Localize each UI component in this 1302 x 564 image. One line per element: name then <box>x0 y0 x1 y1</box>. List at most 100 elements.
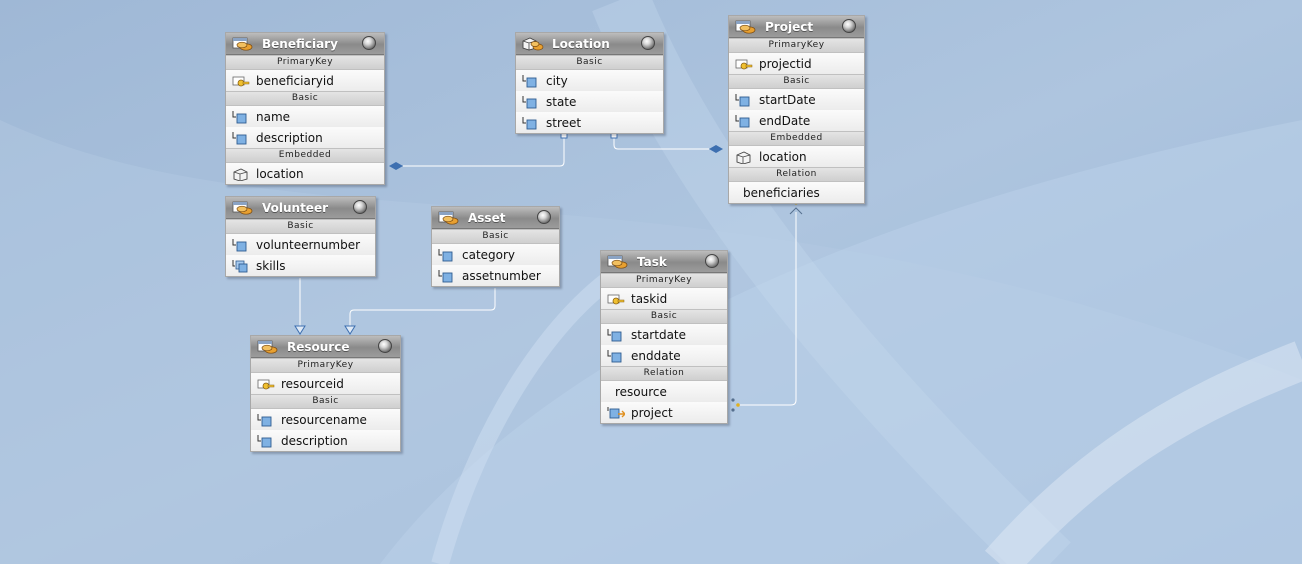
collapse-toggle-icon[interactable] <box>537 210 551 224</box>
entity-header[interactable]: Resource <box>251 336 400 358</box>
field-label: beneficiaries <box>743 185 820 200</box>
field-label: location <box>256 166 304 181</box>
basic-field-icon <box>438 248 453 261</box>
field-row[interactable]: beneficiaryid <box>226 70 384 91</box>
section-primary-key: PrimaryKey <box>601 273 727 288</box>
basic-field-icon <box>232 238 247 251</box>
field-row[interactable]: description <box>251 430 400 451</box>
entity-volunteer[interactable]: Volunteer Basic volunteernumber skills <box>225 196 376 277</box>
entity-title: Location <box>552 36 610 51</box>
field-label: projectid <box>759 56 812 71</box>
entity-title: Beneficiary <box>262 36 338 51</box>
field-row[interactable]: projectid <box>729 53 864 74</box>
entity-icon <box>257 340 278 354</box>
field-label: category <box>462 247 516 262</box>
field-label: city <box>546 73 568 88</box>
entity-resource[interactable]: Resource PrimaryKey resourceid Basic res… <box>250 335 401 452</box>
collapse-toggle-icon[interactable] <box>353 200 367 214</box>
entity-asset[interactable]: Asset Basic category assetnumber <box>431 206 560 287</box>
basic-field-icon <box>438 269 453 282</box>
section-basic: Basic <box>226 219 375 234</box>
inheritance-arrow <box>294 325 306 335</box>
field-row[interactable]: city <box>516 70 663 91</box>
field-label: startdate <box>631 327 687 342</box>
field-row[interactable]: assetnumber <box>432 265 559 286</box>
section-relation: Relation <box>729 167 864 182</box>
entity-icon <box>232 37 253 51</box>
collapse-toggle-icon[interactable] <box>842 19 856 33</box>
field-row[interactable]: startdate <box>601 324 727 345</box>
key-icon <box>607 294 625 304</box>
field-row[interactable]: resource <box>601 381 727 402</box>
entity-header[interactable]: Beneficiary <box>226 33 384 55</box>
field-row[interactable]: beneficiaries <box>729 182 864 203</box>
field-row[interactable]: resourceid <box>251 373 400 394</box>
section-primary-key: PrimaryKey <box>226 55 384 70</box>
collapse-toggle-icon[interactable] <box>641 36 655 50</box>
field-label: resourceid <box>281 376 344 391</box>
field-row[interactable]: name <box>226 106 384 127</box>
key-icon <box>735 59 753 69</box>
field-row[interactable]: taskid <box>601 288 727 309</box>
embeddable-icon <box>522 37 544 50</box>
collapse-toggle-icon[interactable] <box>705 254 719 268</box>
entity-icon <box>232 201 253 215</box>
field-label: street <box>546 115 582 130</box>
relation-field-icon <box>607 405 625 419</box>
composition-diamond <box>389 162 403 170</box>
field-row[interactable]: location <box>729 146 864 167</box>
collapse-toggle-icon[interactable] <box>362 36 376 50</box>
field-row[interactable]: project <box>601 402 727 423</box>
key-icon <box>232 76 250 86</box>
entity-title: Resource <box>287 339 350 354</box>
entity-header[interactable]: Project <box>729 16 864 38</box>
field-label: description <box>256 130 323 145</box>
section-basic: Basic <box>601 309 727 324</box>
field-label: startDate <box>759 92 816 107</box>
field-row[interactable]: skills <box>226 255 375 276</box>
field-row[interactable]: endDate <box>729 110 864 131</box>
entity-location[interactable]: Location Basic city state street <box>515 32 664 134</box>
entity-beneficiary[interactable]: Beneficiary PrimaryKey beneficiaryid Bas… <box>225 32 385 185</box>
inheritance-arrow <box>344 325 356 335</box>
basic-field-icon <box>232 110 247 123</box>
entity-title: Asset <box>468 210 506 225</box>
field-row[interactable]: startDate <box>729 89 864 110</box>
basic-field-icon <box>735 114 750 127</box>
field-row[interactable]: volunteernumber <box>226 234 375 255</box>
section-embedded: Embedded <box>226 148 384 163</box>
entity-title: Project <box>765 19 814 34</box>
field-row[interactable]: description <box>226 127 384 148</box>
embedded-icon <box>233 168 248 181</box>
collapse-toggle-icon[interactable] <box>378 339 392 353</box>
section-basic: Basic <box>516 55 663 70</box>
entity-header[interactable]: Asset <box>432 207 559 229</box>
field-row[interactable]: street <box>516 112 663 133</box>
entity-header[interactable]: Task <box>601 251 727 273</box>
section-relation: Relation <box>601 366 727 381</box>
field-row[interactable]: category <box>432 244 559 265</box>
entity-icon <box>438 211 459 225</box>
entity-header[interactable]: Location <box>516 33 663 55</box>
entity-header[interactable]: Volunteer <box>226 197 375 219</box>
entity-title: Task <box>637 254 667 269</box>
collection-field-icon <box>232 259 248 272</box>
field-row[interactable]: enddate <box>601 345 727 366</box>
section-basic: Basic <box>729 74 864 89</box>
connector-project-location <box>613 136 709 150</box>
field-row[interactable]: state <box>516 91 663 112</box>
entity-task[interactable]: Task PrimaryKey taskid Basic startdate e… <box>600 250 728 424</box>
field-label: enddate <box>631 348 681 363</box>
entity-project[interactable]: Project PrimaryKey projectid Basic start… <box>728 15 865 204</box>
entity-icon <box>607 255 628 269</box>
field-label: volunteernumber <box>256 237 361 252</box>
field-label: description <box>281 433 348 448</box>
field-label: resourcename <box>281 412 367 427</box>
key-icon <box>257 379 275 389</box>
basic-field-icon <box>257 413 272 426</box>
field-label: project <box>631 405 673 420</box>
field-row[interactable]: location <box>226 163 384 184</box>
entity-title: Volunteer <box>262 200 329 215</box>
field-label: resource <box>615 384 667 399</box>
field-row[interactable]: resourcename <box>251 409 400 430</box>
